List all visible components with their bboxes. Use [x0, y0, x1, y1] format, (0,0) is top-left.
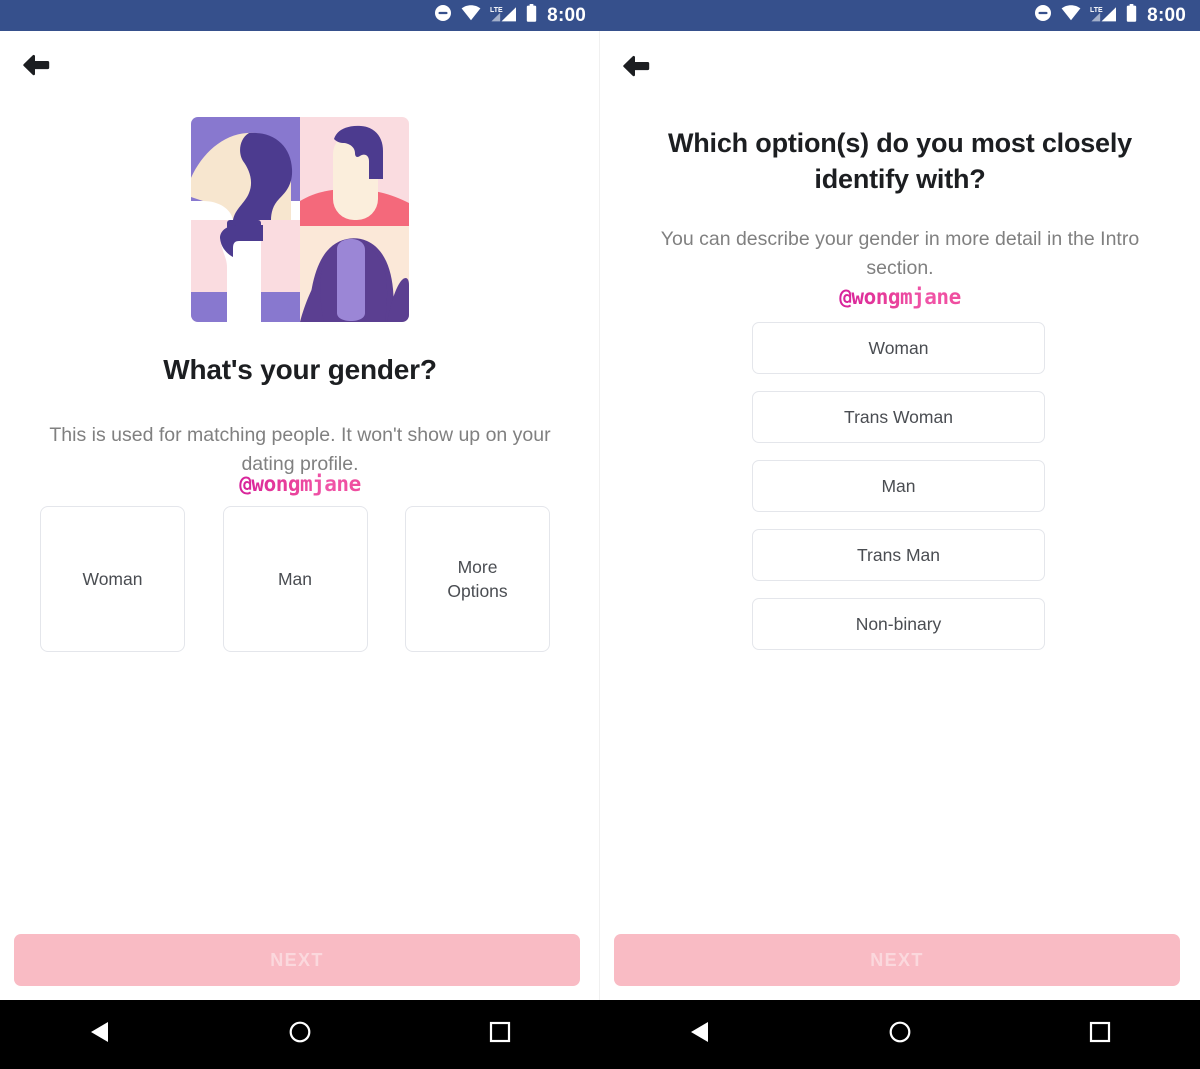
identity-options-list: Woman Trans Woman Man Trans Man Non-bina… [752, 322, 1045, 650]
nav-home-button[interactable] [800, 1000, 1000, 1069]
gender-option-man[interactable]: Man [222, 506, 368, 652]
identity-option-label: Trans Woman [844, 406, 953, 427]
watermark-handle: @wongmjane [0, 472, 599, 496]
gender-identity-options-screen: Which option(s) do you most closely iden… [600, 31, 1200, 1000]
next-button[interactable]: NEXT [14, 934, 580, 986]
svg-text:LTE: LTE [1090, 7, 1103, 14]
wifi-icon [1061, 5, 1081, 26]
do-not-disturb-icon [1034, 4, 1052, 27]
svg-text:LTE: LTE [490, 7, 503, 14]
back-button[interactable] [14, 45, 58, 89]
battery-icon [1126, 4, 1137, 27]
nav-recents-button[interactable] [1000, 1000, 1200, 1069]
status-bar: LTE 8:00 LTE 8:00 [0, 0, 1200, 31]
nav-back-button[interactable] [0, 1000, 200, 1069]
identity-option-trans-woman[interactable]: Trans Woman [752, 391, 1045, 443]
identity-option-woman[interactable]: Woman [752, 322, 1045, 374]
home-circle-icon [288, 1020, 312, 1049]
identity-option-man[interactable]: Man [752, 460, 1045, 512]
nav-back-button[interactable] [600, 1000, 800, 1069]
recents-square-icon [489, 1021, 511, 1048]
watermark-text: @wongmjane [839, 285, 961, 309]
gender-options-row: Woman Man More Options [40, 506, 550, 652]
page-subtitle: This is used for matching people. It won… [49, 424, 551, 475]
status-bar-clock: 8:00 [547, 5, 586, 26]
gender-option-label: Man [277, 569, 313, 589]
nav-bar-right-device [600, 1000, 1200, 1069]
nav-bar-left-device [0, 1000, 600, 1069]
page-subtitle: You can describe your gender in more det… [660, 228, 1140, 279]
gender-question-screen: What's your gender? This is used for mat… [0, 31, 600, 1000]
identity-option-label: Non-binary [855, 613, 942, 634]
identity-option-label: Man [881, 475, 916, 496]
status-bar-left-device: LTE 8:00 [0, 0, 600, 31]
recents-square-icon [1089, 1021, 1111, 1048]
man-portrait-tile [299, 117, 409, 220]
gender-option-label: Woman [82, 569, 143, 589]
identity-option-label: Trans Man [857, 544, 940, 565]
battery-icon [526, 4, 537, 27]
do-not-disturb-icon [434, 4, 452, 27]
home-circle-icon [888, 1020, 912, 1049]
nav-home-button[interactable] [200, 1000, 400, 1069]
gender-option-label: More Options [447, 557, 508, 601]
arrow-left-icon [621, 53, 651, 84]
android-navigation-bar [0, 1000, 1200, 1069]
back-triangle-icon [89, 1020, 111, 1049]
person-back-tile [190, 220, 300, 322]
identity-option-trans-man[interactable]: Trans Man [752, 529, 1045, 581]
gender-collage-illustration [190, 117, 409, 322]
nav-recents-button[interactable] [400, 1000, 600, 1069]
lte-signal-icon: LTE [1090, 5, 1117, 27]
back-triangle-icon [689, 1020, 711, 1049]
long-hair-person-tile [299, 220, 409, 322]
status-bar-right-device: LTE 8:00 [600, 0, 1200, 31]
next-button[interactable]: NEXT [614, 934, 1180, 986]
watermark-text: @wongmjane [239, 472, 361, 496]
gender-option-woman[interactable]: Woman [40, 506, 185, 652]
woman-profile-tile [190, 117, 300, 220]
lte-signal-icon: LTE [490, 5, 517, 27]
wifi-icon [461, 5, 481, 26]
identity-option-non-binary[interactable]: Non-binary [752, 598, 1045, 650]
gender-option-more-options[interactable]: More Options [405, 506, 550, 652]
screenshot-root: LTE 8:00 LTE 8:00 What's your gender? Th… [0, 0, 1200, 1069]
arrow-left-icon [21, 52, 51, 83]
status-bar-clock: 8:00 [1147, 5, 1186, 26]
page-title: What's your gender? [163, 354, 437, 385]
screens-container: What's your gender? This is used for mat… [0, 31, 1200, 1000]
watermark-handle: @wongmjane [600, 285, 1200, 309]
identity-option-label: Woman [868, 337, 929, 358]
back-button[interactable] [614, 46, 658, 90]
page-title: Which option(s) do you most closely iden… [667, 128, 1132, 194]
